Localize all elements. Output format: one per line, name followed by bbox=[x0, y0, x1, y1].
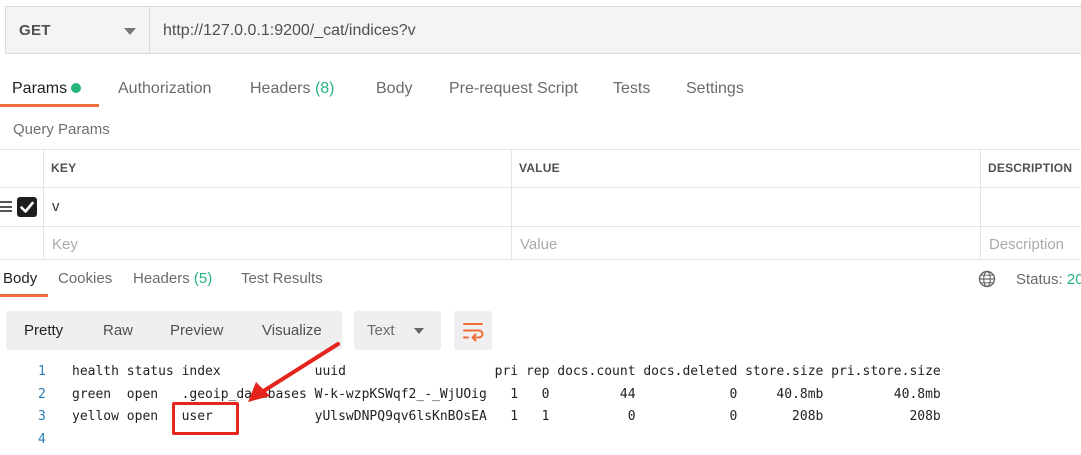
view-preview-button[interactable]: Preview bbox=[170, 322, 223, 339]
table-border bbox=[0, 226, 1081, 227]
column-header-key: KEY bbox=[51, 161, 77, 175]
tab-authorization[interactable]: Authorization bbox=[118, 80, 211, 98]
table-border bbox=[0, 187, 1081, 188]
tab-prerequest-script[interactable]: Pre-request Script bbox=[449, 80, 578, 98]
line-number: 3 bbox=[38, 409, 46, 424]
view-raw-button[interactable]: Raw bbox=[103, 322, 133, 339]
table-divider bbox=[980, 149, 981, 259]
response-tab-body[interactable]: Body bbox=[3, 270, 37, 287]
tab-body[interactable]: Body bbox=[376, 80, 412, 98]
drag-handle-icon[interactable] bbox=[0, 201, 12, 212]
query-params-title: Query Params bbox=[13, 121, 110, 138]
tab-settings[interactable]: Settings bbox=[686, 80, 744, 98]
table-divider bbox=[43, 149, 44, 259]
wrap-lines-button[interactable] bbox=[454, 311, 492, 350]
response-tab-headers-label: Headers bbox=[133, 270, 190, 287]
response-tab-body-underline bbox=[0, 294, 48, 297]
line-number: 1 bbox=[38, 364, 46, 379]
table-border bbox=[0, 259, 1081, 260]
response-tab-cookies[interactable]: Cookies bbox=[58, 270, 112, 287]
response-tab-headers-count: (5) bbox=[193, 270, 213, 287]
new-key-input[interactable]: Key bbox=[52, 236, 78, 253]
new-value-input[interactable]: Value bbox=[520, 236, 557, 253]
tab-params[interactable]: Params bbox=[12, 80, 67, 98]
response-status: Status: 20 bbox=[1016, 271, 1081, 288]
url-input[interactable]: http://127.0.0.1:9200/_cat/indices?v bbox=[163, 22, 416, 40]
table-border bbox=[0, 149, 1081, 150]
view-pretty-button[interactable]: Pretty bbox=[24, 322, 63, 339]
new-description-input[interactable]: Description bbox=[989, 236, 1064, 253]
column-header-description: DESCRIPTION bbox=[988, 161, 1073, 175]
params-active-dot-icon bbox=[71, 83, 81, 93]
check-icon bbox=[20, 201, 34, 213]
param-enabled-checkbox[interactable] bbox=[17, 197, 37, 217]
status-label: Status: bbox=[1016, 271, 1063, 288]
column-header-value: VALUE bbox=[519, 161, 560, 175]
tab-headers-label: Headers bbox=[250, 80, 311, 97]
chevron-down-icon[interactable] bbox=[124, 28, 136, 35]
tab-tests[interactable]: Tests bbox=[613, 80, 650, 98]
tab-headers[interactable]: Headers (8) bbox=[250, 80, 335, 98]
response-line: health status index uuid pri rep docs.co… bbox=[72, 364, 941, 379]
response-line: green open .geoip_databases W-k-wzpKSWqf… bbox=[72, 387, 941, 402]
wrap-lines-icon bbox=[463, 323, 484, 342]
tab-headers-count: (8) bbox=[314, 80, 335, 97]
response-tab-headers[interactable]: Headers (5) bbox=[133, 270, 212, 287]
status-code: 20 bbox=[1066, 271, 1081, 288]
view-visualize-button[interactable]: Visualize bbox=[262, 322, 322, 339]
annotation-highlight-box bbox=[172, 402, 239, 435]
response-tab-test-results[interactable]: Test Results bbox=[241, 270, 323, 287]
line-number: 4 bbox=[38, 432, 46, 447]
tab-params-underline bbox=[0, 104, 99, 107]
method-label[interactable]: GET bbox=[19, 22, 51, 39]
table-divider bbox=[511, 149, 512, 259]
chevron-down-icon[interactable] bbox=[414, 328, 424, 334]
globe-icon[interactable] bbox=[978, 270, 996, 288]
line-number: 2 bbox=[38, 387, 46, 402]
format-select-label[interactable]: Text bbox=[367, 322, 395, 339]
param-key-cell[interactable]: v bbox=[52, 198, 60, 215]
